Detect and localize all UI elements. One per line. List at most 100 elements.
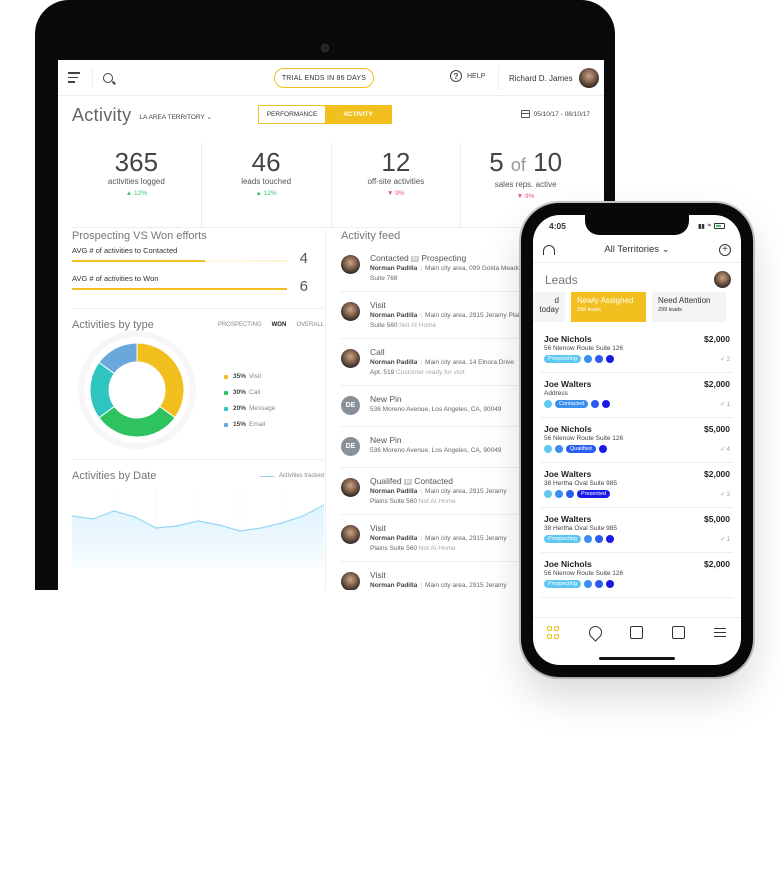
- contact-name: Norman Padilla: [370, 265, 418, 272]
- tab-won[interactable]: WON: [272, 322, 287, 328]
- tab-label: d today: [539, 296, 559, 314]
- data-point[interactable]: [134, 516, 136, 518]
- kpi-value: 365: [114, 147, 159, 177]
- kpi-change: ▲ 12%: [202, 190, 331, 197]
- feed-body: Visit Norman Padilla | Main city area, 2915…: [370, 570, 507, 590]
- efforts-title: Prospecting VS Won efforts: [72, 230, 207, 242]
- home-indicator: [599, 657, 675, 660]
- data-point[interactable]: [155, 527, 157, 529]
- effort-value: 4: [299, 250, 308, 267]
- kpi-value: 46: [251, 147, 281, 177]
- lead-name: Joe Walters: [544, 379, 592, 389]
- to-badge: to: [403, 479, 413, 485]
- kpi-value-active: 5: [489, 147, 504, 177]
- legend-value: 20%: [233, 405, 247, 412]
- lead-amount: $5,000: [704, 424, 730, 434]
- data-point[interactable]: [92, 518, 94, 520]
- arrow-up-icon: ▲: [255, 190, 262, 197]
- lead-card[interactable]: Joe Nichols 56 Nienow Route Suite 126 Pros…: [541, 328, 733, 373]
- data-point[interactable]: [281, 522, 283, 524]
- activity-count-value: 2: [726, 357, 730, 363]
- contact-name: Norman Padilla: [370, 488, 418, 495]
- data-point[interactable]: [260, 527, 262, 529]
- menu-icon[interactable]: [713, 626, 727, 639]
- lead-card[interactable]: Joe Walters 38 Hertha Oval Suite 985 Prese…: [541, 463, 733, 508]
- data-point[interactable]: [218, 524, 220, 526]
- map-pin-icon[interactable]: [586, 623, 605, 642]
- feed-title: New Pin: [370, 394, 501, 404]
- feed-target-stage: Contacted: [414, 476, 454, 486]
- dashboard-icon[interactable]: [547, 626, 560, 639]
- lead-card[interactable]: Joe Nichols 56 Nienow Route Suite 126 Qual…: [541, 418, 733, 463]
- feed-details: Norman Padilla | Main city area, 2915 Jera…: [370, 311, 526, 331]
- data-point[interactable]: [197, 520, 199, 522]
- legend-swatch: [224, 422, 228, 427]
- address-line2: Apt. 519: [370, 369, 395, 376]
- feed-action: Call: [370, 347, 385, 357]
- territory-selector[interactable]: All Territories ⌄: [604, 244, 669, 255]
- data-point[interactable]: [302, 515, 304, 517]
- help-button[interactable]: ? HELP: [450, 70, 485, 82]
- lead-card[interactable]: Joe Walters 38 Hertha Oval Suite 985 Prosp…: [541, 508, 733, 553]
- stage-dot: [606, 535, 615, 543]
- stage-dot: [584, 580, 593, 588]
- trial-badge[interactable]: TRIAL ENDS IN 86 DAYS: [274, 68, 374, 88]
- lead-amount: $5,000: [704, 514, 730, 524]
- calendar-icon[interactable]: [672, 626, 686, 639]
- add-icon[interactable]: +: [719, 243, 731, 256]
- kpi-leads-touched: 46 leads touched ▲ 12%: [202, 142, 332, 227]
- legend-item: 20% Message: [224, 405, 275, 412]
- legend-item: 15% Email: [224, 421, 275, 428]
- date-range-picker[interactable]: 05/10/17 - 08/10/17: [520, 110, 590, 118]
- effort-bar: [72, 260, 287, 262]
- search-icon[interactable]: [103, 72, 113, 83]
- camera: [321, 44, 329, 52]
- lead-card[interactable]: Joe Nichols 56 Nienow Route Suite 126 Pros…: [541, 553, 733, 598]
- stage-dot: [544, 490, 552, 498]
- donut-slice-call[interactable]: [98, 405, 176, 438]
- feed-target-stage: Prospecting: [421, 253, 467, 263]
- date-chart-header: Activities by Date Activities tracked: [72, 470, 324, 482]
- address: Main city area, 099 Golda Meadow: [425, 265, 526, 272]
- status-icons: ▮▮ ≈: [698, 223, 725, 230]
- feed-action: Visit: [370, 570, 386, 580]
- leads-header: Leads: [533, 263, 741, 292]
- tab-added-today[interactable]: d today: [533, 292, 565, 322]
- stage-dot: [598, 445, 607, 453]
- lead-address: 56 Nienow Route Suite 126: [544, 570, 624, 577]
- contact-avatar: [341, 255, 360, 274]
- data-point[interactable]: [113, 510, 115, 512]
- contact-name: Norman Padilla: [370, 535, 418, 542]
- tab-need-attention[interactable]: Need Attention 299 leads: [652, 292, 726, 322]
- tab-activity[interactable]: ACTIVITY: [325, 106, 391, 123]
- lead-card[interactable]: Joe Walters Address Contacted $2,000 ✓ 1: [541, 373, 733, 418]
- activity-count: ✓ 1: [720, 401, 730, 408]
- tab-prospecting[interactable]: PROSPECTING: [218, 322, 262, 328]
- feed-body: Call Norman Padilla | Main city area, 14 El…: [370, 347, 514, 378]
- user-menu[interactable]: Richard D. James: [498, 66, 599, 90]
- separator: |: [420, 359, 423, 366]
- feed-title: New Pin: [370, 435, 501, 445]
- page-header: Activity LA AREA TERRITORY ⌄ PERFORMANCE…: [58, 96, 604, 134]
- territory-dropdown[interactable]: LA AREA TERRITORY ⌄: [139, 113, 212, 121]
- tab-performance[interactable]: PERFORMANCE: [259, 106, 325, 123]
- check-shield-icon: ✓: [719, 537, 725, 543]
- data-point[interactable]: [239, 530, 241, 532]
- tab-overall[interactable]: OVERALL: [296, 322, 324, 328]
- gauge-icon[interactable]: [543, 244, 555, 255]
- help-label: HELP: [467, 72, 486, 80]
- tab-newly-assigned[interactable]: Newly Assigned 299 leads: [571, 292, 646, 322]
- type-title: Activities by type: [72, 319, 154, 331]
- stage-dot: [555, 445, 563, 453]
- stage-progress: Prospecting: [544, 355, 730, 363]
- activity-count: ✓ 4: [720, 446, 730, 453]
- separator: |: [420, 488, 423, 495]
- feed-details: 536 Moreno Avenue, Los Angeles, CA, 9004…: [370, 405, 501, 415]
- user-avatar[interactable]: [714, 271, 731, 288]
- menu-icon[interactable]: [68, 71, 82, 85]
- kpi-activities-logged: 365 activities logged ▲ 12%: [72, 142, 202, 227]
- message-icon[interactable]: [630, 626, 644, 639]
- kpi-label: activities logged: [107, 177, 165, 186]
- data-point[interactable]: [176, 525, 178, 527]
- feed-details: Norman Padilla | Main city area, 2915 Jera…: [370, 534, 507, 554]
